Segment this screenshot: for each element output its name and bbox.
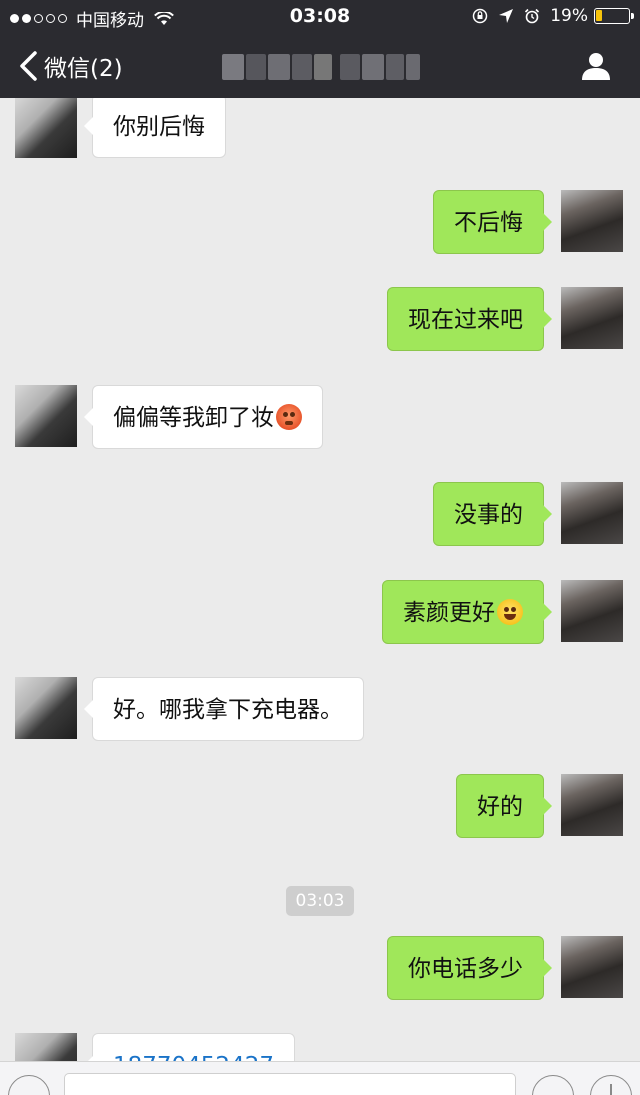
message-list: 你别后悔 不后悔 现在过来吧 偏偏等我卸了妆 没事的 素颜更好 好。哪我拿下充电…: [0, 98, 640, 1061]
message-text: 你电话多少: [408, 956, 523, 982]
input-bar: [0, 1061, 640, 1095]
avatar[interactable]: [15, 677, 77, 739]
message-bubble-incoming[interactable]: 18770452427: [84, 1033, 295, 1061]
message-bubble-outgoing[interactable]: 不后悔: [433, 190, 552, 254]
message-bubble-outgoing[interactable]: 现在过来吧: [387, 287, 552, 351]
emoji-icon[interactable]: [532, 1075, 574, 1095]
avatar[interactable]: [15, 385, 77, 447]
avatar[interactable]: [561, 482, 623, 544]
battery-fill: [596, 10, 602, 21]
message-bubble-outgoing[interactable]: 没事的: [433, 482, 552, 546]
top-bar: 中国移动 03:08 19% 微信(2): [0, 0, 640, 98]
voice-icon[interactable]: [8, 1075, 50, 1095]
blushing-face-emoji: [276, 404, 302, 430]
chevron-left-icon: [20, 51, 37, 81]
orientation-lock-icon: [472, 8, 488, 24]
message-bubble-incoming[interactable]: 你别后悔: [84, 98, 226, 158]
avatar[interactable]: [561, 774, 623, 836]
message-text: 好的: [477, 794, 523, 820]
back-button[interactable]: 微信(2): [18, 48, 123, 84]
message-bubble-incoming[interactable]: 好。哪我拿下充电器。: [84, 677, 364, 741]
message-bubble-outgoing[interactable]: 你电话多少: [387, 936, 552, 1000]
avatar[interactable]: [561, 936, 623, 998]
avatar[interactable]: [561, 580, 623, 642]
avatar[interactable]: [561, 287, 623, 349]
alarm-icon: [525, 8, 540, 24]
message-bubble-incoming[interactable]: 偏偏等我卸了妆: [84, 385, 323, 449]
back-label: 微信(2): [44, 56, 123, 82]
plus-icon[interactable]: [590, 1075, 632, 1095]
message-text: 好。哪我拿下充电器。: [113, 697, 343, 723]
avatar[interactable]: [15, 1033, 77, 1061]
message-bubble-outgoing[interactable]: 素颜更好: [382, 580, 552, 644]
status-bar: 中国移动 03:08 19%: [0, 0, 640, 34]
message-text: 不后悔: [454, 210, 523, 236]
message-timestamp: 03:03: [286, 886, 354, 916]
message-bubble-outgoing[interactable]: 好的: [456, 774, 552, 838]
grinning-face-emoji: [497, 599, 523, 625]
message-text: 没事的: [454, 502, 523, 528]
location-arrow-icon: [499, 9, 514, 23]
avatar[interactable]: [15, 98, 77, 158]
message-text: 现在过来吧: [408, 307, 523, 333]
message-text: 你别后悔: [113, 114, 205, 140]
message-text: 素颜更好: [403, 600, 495, 626]
wechat-chat-screen: 中国移动 03:08 19% 微信(2) 你别后悔 不后悔 现在过来吧 偏偏等我…: [0, 0, 640, 1095]
message-input[interactable]: [64, 1073, 516, 1095]
person-icon[interactable]: [580, 50, 612, 82]
avatar[interactable]: [561, 190, 623, 252]
navigation-bar: 微信(2): [0, 34, 640, 98]
chat-title-pixelated: [222, 54, 420, 80]
phone-number-link[interactable]: 18770452427: [113, 1053, 274, 1061]
message-text: 偏偏等我卸了妆: [113, 405, 274, 431]
battery-icon: [594, 8, 634, 24]
battery-percent: 19%: [550, 6, 588, 26]
